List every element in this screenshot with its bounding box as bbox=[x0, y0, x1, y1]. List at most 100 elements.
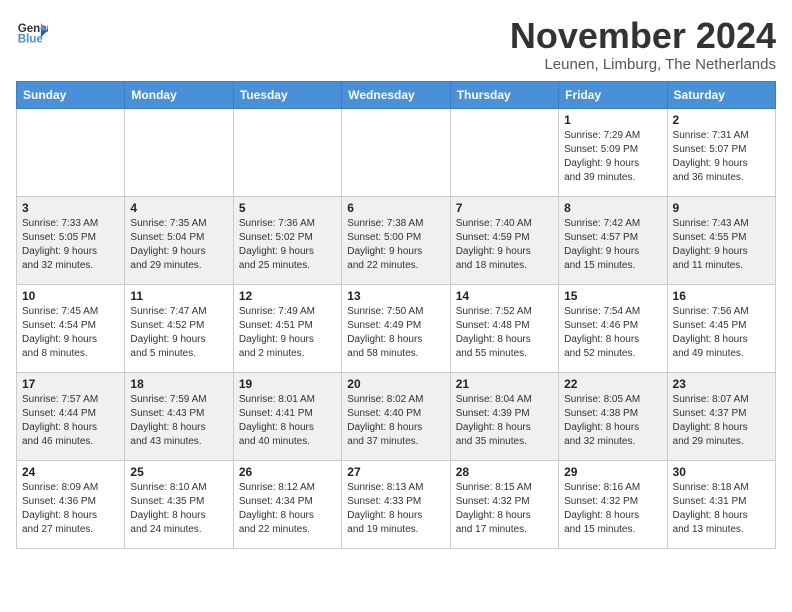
day-info: Sunrise: 8:01 AM Sunset: 4:41 PM Dayligh… bbox=[239, 393, 336, 449]
day-info: Sunrise: 7:54 AM Sunset: 4:46 PM Dayligh… bbox=[564, 305, 661, 361]
weekday-header-wednesday: Wednesday bbox=[342, 81, 450, 108]
day-info: Sunrise: 8:09 AM Sunset: 4:36 PM Dayligh… bbox=[22, 481, 119, 537]
calendar-cell: 14Sunrise: 7:52 AM Sunset: 4:48 PM Dayli… bbox=[450, 284, 558, 372]
calendar-cell: 16 Sunrise: 7:56 AM Sunset: 4:45 PM Dayli… bbox=[667, 284, 775, 372]
day-info: Sunrise: 8:07 AM Sunset: 4:37 PM Dayligh… bbox=[673, 393, 770, 449]
day-info: Sunrise: 8:16 AM Sunset: 4:32 PM Dayligh… bbox=[564, 481, 661, 537]
day-number: 13 bbox=[347, 289, 444, 303]
calendar-cell bbox=[342, 108, 450, 196]
day-number: 22 bbox=[564, 377, 661, 391]
day-number: 28 bbox=[456, 465, 553, 479]
day-info: Sunrise: 7:45 AM Sunset: 4:54 PM Dayligh… bbox=[22, 305, 119, 361]
day-number: 11 bbox=[130, 289, 227, 303]
calendar-cell: 8 Sunrise: 7:42 AM Sunset: 4:57 PM Daylig… bbox=[559, 196, 667, 284]
calendar-cell: 21Sunrise: 8:04 AM Sunset: 4:39 PM Dayli… bbox=[450, 372, 558, 460]
day-info: Sunrise: 8:02 AM Sunset: 4:40 PM Dayligh… bbox=[347, 393, 444, 449]
calendar-cell: 29 Sunrise: 8:16 AM Sunset: 4:32 PM Dayli… bbox=[559, 460, 667, 548]
day-info: Sunrise: 7:43 AM Sunset: 4:55 PM Dayligh… bbox=[673, 217, 770, 273]
day-number: 15 bbox=[564, 289, 661, 303]
day-number: 25 bbox=[130, 465, 227, 479]
day-info: Sunrise: 8:18 AM Sunset: 4:31 PM Dayligh… bbox=[673, 481, 770, 537]
day-info: Sunrise: 7:29 AM Sunset: 5:09 PM Dayligh… bbox=[564, 129, 661, 185]
title-block: November 2024 Leunen, Limburg, The Nethe… bbox=[510, 16, 776, 73]
day-info: Sunrise: 7:59 AM Sunset: 4:43 PM Dayligh… bbox=[130, 393, 227, 449]
day-number: 23 bbox=[673, 377, 770, 391]
day-number: 8 bbox=[564, 201, 661, 215]
calendar-cell: 18 Sunrise: 7:59 AM Sunset: 4:43 PM Dayli… bbox=[125, 372, 233, 460]
day-number: 16 bbox=[673, 289, 770, 303]
calendar-cell: 28 Sunrise: 8:15 AM Sunset: 4:32 PM Dayli… bbox=[450, 460, 558, 548]
day-number: 5 bbox=[239, 201, 336, 215]
calendar-cell: 26 Sunrise: 8:12 AM Sunset: 4:34 PM Dayli… bbox=[233, 460, 341, 548]
day-number: 9 bbox=[673, 201, 770, 215]
day-info: Sunrise: 7:36 AM Sunset: 5:02 PM Dayligh… bbox=[239, 217, 336, 273]
day-number: 10 bbox=[22, 289, 119, 303]
day-number: 27 bbox=[347, 465, 444, 479]
day-info: Sunrise: 7:40 AM Sunset: 4:59 PM Dayligh… bbox=[456, 217, 553, 273]
calendar-cell: 10 Sunrise: 7:45 AM Sunset: 4:54 PM Dayli… bbox=[17, 284, 125, 372]
calendar-cell: 30Sunrise: 8:18 AM Sunset: 4:31 PM Dayli… bbox=[667, 460, 775, 548]
day-number: 29 bbox=[564, 465, 661, 479]
calendar-cell: 25 Sunrise: 8:10 AM Sunset: 4:35 PM Dayli… bbox=[125, 460, 233, 548]
svg-text:Blue: Blue bbox=[18, 34, 44, 46]
calendar-week-row: 3Sunrise: 7:33 AM Sunset: 5:05 PM Daylig… bbox=[17, 196, 776, 284]
calendar-cell bbox=[450, 108, 558, 196]
day-info: Sunrise: 7:31 AM Sunset: 5:07 PM Dayligh… bbox=[673, 129, 770, 185]
weekday-header-monday: Monday bbox=[125, 81, 233, 108]
calendar-header-row: SundayMondayTuesdayWednesdayThursdayFrid… bbox=[17, 81, 776, 108]
day-info: Sunrise: 8:12 AM Sunset: 4:34 PM Dayligh… bbox=[239, 481, 336, 537]
calendar-cell: 2 Sunrise: 7:31 AM Sunset: 5:07 PM Daylig… bbox=[667, 108, 775, 196]
calendar-cell: 6Sunrise: 7:38 AM Sunset: 5:00 PM Daylig… bbox=[342, 196, 450, 284]
day-number: 24 bbox=[22, 465, 119, 479]
calendar-cell: 7Sunrise: 7:40 AM Sunset: 4:59 PM Daylig… bbox=[450, 196, 558, 284]
calendar-cell: 13 Sunrise: 7:50 AM Sunset: 4:49 PM Dayli… bbox=[342, 284, 450, 372]
calendar-cell bbox=[125, 108, 233, 196]
weekday-header-sunday: Sunday bbox=[17, 81, 125, 108]
day-number: 17 bbox=[22, 377, 119, 391]
weekday-header-saturday: Saturday bbox=[667, 81, 775, 108]
day-info: Sunrise: 8:10 AM Sunset: 4:35 PM Dayligh… bbox=[130, 481, 227, 537]
day-number: 20 bbox=[347, 377, 444, 391]
calendar-cell: 20 Sunrise: 8:02 AM Sunset: 4:40 PM Dayli… bbox=[342, 372, 450, 460]
day-info: Sunrise: 7:38 AM Sunset: 5:00 PM Dayligh… bbox=[347, 217, 444, 273]
logo-icon: General Blue bbox=[16, 16, 48, 48]
calendar-cell: 9 Sunrise: 7:43 AM Sunset: 4:55 PM Daylig… bbox=[667, 196, 775, 284]
calendar-cell: 24 Sunrise: 8:09 AM Sunset: 4:36 PM Dayli… bbox=[17, 460, 125, 548]
day-number: 1 bbox=[564, 113, 661, 127]
calendar-week-row: 1 Sunrise: 7:29 AM Sunset: 5:09 PM Daylig… bbox=[17, 108, 776, 196]
calendar-cell: 22Sunrise: 8:05 AM Sunset: 4:38 PM Dayli… bbox=[559, 372, 667, 460]
day-number: 26 bbox=[239, 465, 336, 479]
calendar-week-row: 10 Sunrise: 7:45 AM Sunset: 4:54 PM Dayli… bbox=[17, 284, 776, 372]
day-number: 14 bbox=[456, 289, 553, 303]
day-number: 18 bbox=[130, 377, 227, 391]
day-info: Sunrise: 7:49 AM Sunset: 4:51 PM Dayligh… bbox=[239, 305, 336, 361]
calendar-cell: 17 Sunrise: 7:57 AM Sunset: 4:44 PM Dayli… bbox=[17, 372, 125, 460]
day-info: Sunrise: 8:04 AM Sunset: 4:39 PM Dayligh… bbox=[456, 393, 553, 449]
day-info: Sunrise: 7:33 AM Sunset: 5:05 PM Dayligh… bbox=[22, 217, 119, 273]
day-info: Sunrise: 7:47 AM Sunset: 4:52 PM Dayligh… bbox=[130, 305, 227, 361]
day-info: Sunrise: 7:50 AM Sunset: 4:49 PM Dayligh… bbox=[347, 305, 444, 361]
calendar-cell: 27 Sunrise: 8:13 AM Sunset: 4:33 PM Dayli… bbox=[342, 460, 450, 548]
calendar-cell: 4Sunrise: 7:35 AM Sunset: 5:04 PM Daylig… bbox=[125, 196, 233, 284]
calendar-cell: 15 Sunrise: 7:54 AM Sunset: 4:46 PM Dayli… bbox=[559, 284, 667, 372]
day-info: Sunrise: 8:15 AM Sunset: 4:32 PM Dayligh… bbox=[456, 481, 553, 537]
weekday-header-thursday: Thursday bbox=[450, 81, 558, 108]
day-info: Sunrise: 7:42 AM Sunset: 4:57 PM Dayligh… bbox=[564, 217, 661, 273]
calendar-cell: 23 Sunrise: 8:07 AM Sunset: 4:37 PM Dayli… bbox=[667, 372, 775, 460]
calendar-cell: 19 Sunrise: 8:01 AM Sunset: 4:41 PM Dayli… bbox=[233, 372, 341, 460]
day-info: Sunrise: 7:35 AM Sunset: 5:04 PM Dayligh… bbox=[130, 217, 227, 273]
day-info: Sunrise: 7:57 AM Sunset: 4:44 PM Dayligh… bbox=[22, 393, 119, 449]
calendar-cell: 12Sunrise: 7:49 AM Sunset: 4:51 PM Dayli… bbox=[233, 284, 341, 372]
day-info: Sunrise: 8:13 AM Sunset: 4:33 PM Dayligh… bbox=[347, 481, 444, 537]
calendar-cell bbox=[17, 108, 125, 196]
weekday-header-tuesday: Tuesday bbox=[233, 81, 341, 108]
calendar-cell bbox=[233, 108, 341, 196]
calendar-cell: 11 Sunrise: 7:47 AM Sunset: 4:52 PM Dayli… bbox=[125, 284, 233, 372]
day-info: Sunrise: 7:56 AM Sunset: 4:45 PM Dayligh… bbox=[673, 305, 770, 361]
day-number: 2 bbox=[673, 113, 770, 127]
logo: General Blue bbox=[16, 16, 48, 48]
day-number: 19 bbox=[239, 377, 336, 391]
calendar-cell: 3Sunrise: 7:33 AM Sunset: 5:05 PM Daylig… bbox=[17, 196, 125, 284]
location: Leunen, Limburg, The Netherlands bbox=[510, 56, 776, 73]
calendar-cell: 5 Sunrise: 7:36 AM Sunset: 5:02 PM Daylig… bbox=[233, 196, 341, 284]
